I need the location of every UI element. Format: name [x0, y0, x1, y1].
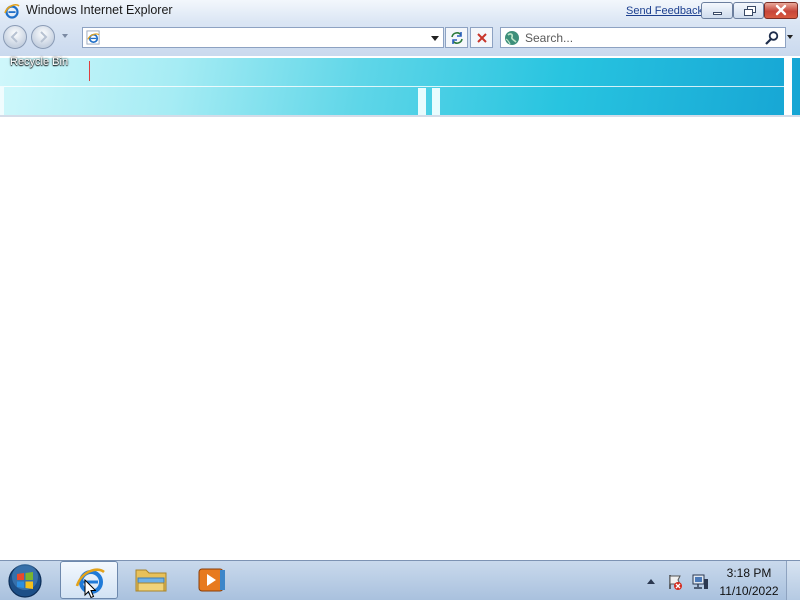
back-button[interactable] [3, 25, 27, 49]
clock-time: 3:18 PM [726, 566, 772, 580]
taskbar-windows-explorer[interactable] [122, 561, 180, 599]
clock-date: 11/10/2022 [719, 584, 779, 598]
address-input[interactable] [105, 29, 425, 46]
stale-strip [432, 88, 440, 115]
restore-icon-back [744, 9, 753, 16]
stale-highlight-line [4, 86, 784, 87]
minimize-icon [713, 12, 722, 15]
stale-caret [89, 61, 90, 81]
search-options-dropdown[interactable] [787, 35, 793, 39]
refresh-button[interactable] [445, 27, 468, 48]
web-content-area[interactable]: Recycle Bin [0, 56, 800, 560]
mouse-cursor-icon [84, 579, 96, 599]
address-bar[interactable] [82, 27, 444, 48]
content-divider [0, 115, 800, 117]
navigation-bar [0, 22, 800, 56]
taskbar: 3:18 PM 11/10/2022 [0, 560, 800, 600]
stale-desktop-background [0, 58, 800, 115]
page-ie-icon [86, 30, 100, 45]
title-bar[interactable]: Windows Internet Explorer Send Feedback [0, 0, 800, 22]
action-center-flag-icon[interactable] [667, 573, 683, 591]
recent-pages-dropdown[interactable] [62, 34, 68, 38]
show-desktop-button[interactable] [786, 561, 800, 600]
show-hidden-icons-arrow[interactable] [647, 579, 655, 584]
refresh-icon [450, 31, 463, 44]
media-player-icon [198, 568, 225, 592]
close-button[interactable] [764, 2, 798, 19]
back-arrow-icon [10, 31, 18, 43]
minimize-button[interactable] [701, 2, 733, 19]
stale-strip [418, 88, 426, 115]
folder-icon [135, 569, 167, 592]
search-bar[interactable] [500, 27, 786, 48]
close-icon [775, 4, 787, 16]
restore-button[interactable] [733, 2, 764, 19]
address-dropdown-icon[interactable] [431, 36, 439, 41]
recycle-bin-label: Recycle Bin [10, 56, 69, 68]
system-clock[interactable]: 3:18 PM 11/10/2022 [714, 566, 784, 599]
start-orb-icon[interactable] [6, 563, 44, 599]
forward-arrow-icon [40, 31, 48, 43]
window-title: Windows Internet Explorer [26, 3, 173, 17]
stale-edge [0, 86, 4, 115]
stale-edge [784, 58, 792, 115]
stop-x-icon [476, 32, 487, 43]
search-icon[interactable] [764, 30, 780, 46]
network-icon[interactable] [691, 573, 709, 591]
ie-window: Windows Internet Explorer Send Feedback [0, 0, 800, 560]
search-provider-globe-icon [505, 31, 519, 45]
internet-explorer-icon [4, 4, 20, 19]
forward-button[interactable] [31, 25, 55, 49]
search-input[interactable] [525, 29, 755, 46]
taskbar-windows-media-player[interactable] [182, 561, 240, 599]
stop-button[interactable] [470, 27, 493, 48]
send-feedback-link[interactable]: Send Feedback [626, 5, 703, 17]
